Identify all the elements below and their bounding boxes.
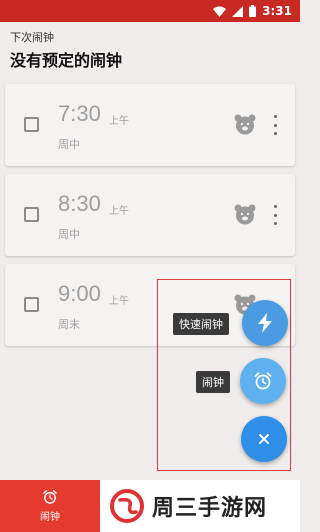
alarm-time[interactable]: 9:00 xyxy=(58,281,101,307)
status-time: 3:31 xyxy=(262,4,292,18)
alarm-label[interactable]: 闹钟 xyxy=(196,371,230,393)
header: 下次闹钟 没有预定的闹钟 xyxy=(0,22,300,78)
tab-alarm[interactable]: 闹钟 xyxy=(0,480,100,532)
alarm-ampm: 上午 xyxy=(109,296,129,307)
alarm-ampm: 上午 xyxy=(109,206,129,217)
alarm-enable-checkbox[interactable] xyxy=(24,207,39,222)
bear-icon[interactable] xyxy=(234,203,256,225)
alarm-time[interactable]: 8:30 xyxy=(58,191,101,217)
close-icon xyxy=(259,434,269,444)
quick-alarm-label[interactable]: 快速闹钟 xyxy=(173,313,229,335)
alarm-card[interactable]: 8:30 上午 周中 xyxy=(5,174,295,256)
alarm-enable-checkbox[interactable] xyxy=(24,297,39,312)
alarm-clock-icon xyxy=(43,490,57,504)
wifi-icon xyxy=(213,6,227,17)
battery-icon xyxy=(249,5,257,17)
bear-icon[interactable] xyxy=(234,113,256,135)
alarm-days: 周中 xyxy=(58,138,80,151)
alarm-clock-icon xyxy=(254,372,272,390)
page-title: 没有预定的闹钟 xyxy=(10,51,123,70)
lightning-icon xyxy=(258,313,272,333)
watermark-text: 周三手游网 xyxy=(152,496,268,521)
new-alarm-button[interactable] xyxy=(240,358,286,404)
quick-alarm-button[interactable] xyxy=(242,300,288,346)
alarm-enable-checkbox[interactable] xyxy=(24,117,39,132)
bottom-bar: 闹钟 周三手游网 xyxy=(0,480,300,532)
next-alarm-caption: 下次闹钟 xyxy=(10,31,54,44)
status-bar: 3:31 xyxy=(0,0,300,22)
alarm-days: 周中 xyxy=(58,228,80,241)
close-fab-button[interactable] xyxy=(241,416,287,462)
alarm-time[interactable]: 7:30 xyxy=(58,101,101,127)
watermark-logo-icon xyxy=(110,489,144,523)
more-options-icon[interactable] xyxy=(271,205,279,225)
tab-alarm-label: 闹钟 xyxy=(40,512,60,523)
more-options-icon[interactable] xyxy=(271,115,279,135)
alarm-days: 周末 xyxy=(58,318,80,331)
alarm-card[interactable]: 7:30 上午 周中 xyxy=(5,84,295,166)
signal-icon xyxy=(232,5,244,17)
alarm-ampm: 上午 xyxy=(109,116,129,127)
watermark: 周三手游网 xyxy=(110,488,267,524)
